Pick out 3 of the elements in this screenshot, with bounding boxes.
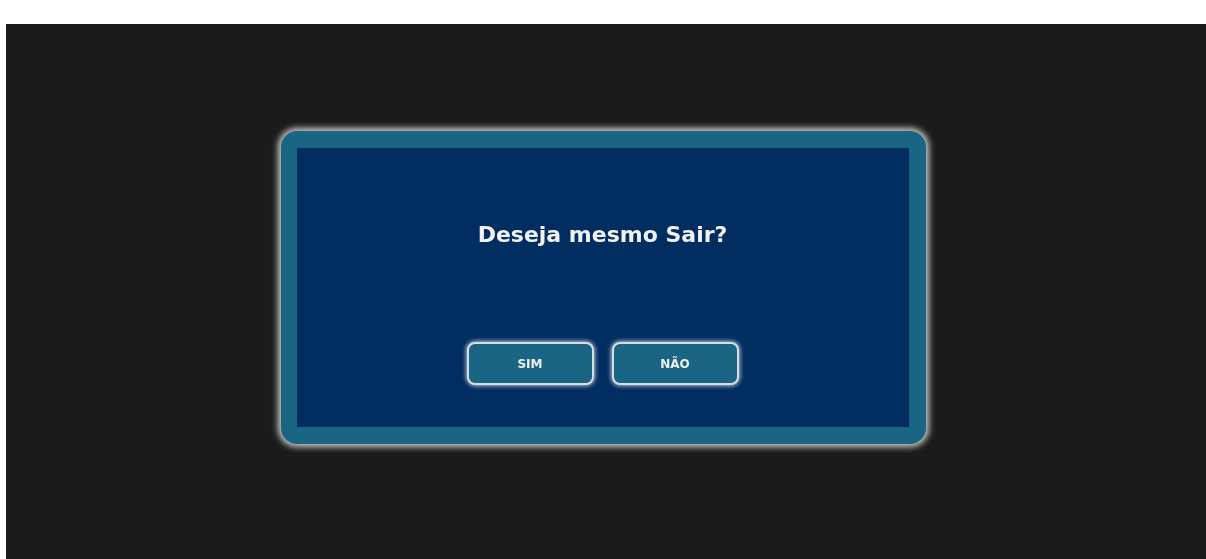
dialog-button[interactable]: NÃO (611, 342, 739, 385)
dialog-button[interactable]: SIM (466, 342, 594, 385)
dialog-message: Deseja mesmo Sair? (477, 222, 728, 247)
